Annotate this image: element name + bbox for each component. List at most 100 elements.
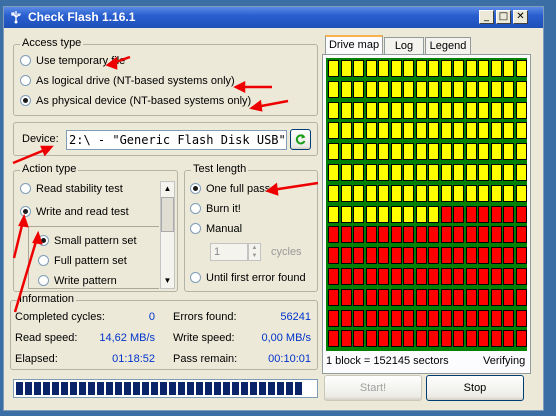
map-block [453, 164, 464, 181]
radio-label: Burn it! [206, 203, 241, 215]
map-block [328, 247, 339, 265]
radio-label: Write pattern [54, 275, 117, 287]
map-block [403, 288, 414, 306]
map-block [378, 309, 389, 327]
map-block [328, 288, 339, 306]
radio-button[interactable] [190, 203, 201, 214]
map-block [365, 122, 377, 140]
map-block [465, 143, 477, 161]
map-block [440, 122, 452, 140]
map-block [503, 226, 514, 244]
map-block [378, 226, 389, 244]
device-group: Device: 2:\ - "Generic Flash Disk USB" [13, 122, 318, 156]
map-block [503, 184, 514, 202]
minimize-button[interactable]: _ [479, 10, 494, 24]
map-block [453, 60, 464, 77]
map-block [403, 60, 414, 77]
map-block [365, 226, 377, 244]
tab-drive-map[interactable]: Drive map [325, 35, 383, 55]
read-speed-label: Read speed: [15, 332, 78, 344]
errors-found-value: 56241 [280, 311, 311, 323]
radio-button[interactable] [20, 206, 31, 217]
map-block [415, 205, 427, 223]
map-block [353, 143, 364, 161]
radio-button[interactable] [38, 235, 49, 246]
map-block [365, 101, 377, 119]
radio-button[interactable] [190, 272, 201, 283]
progress-segment [277, 382, 284, 395]
map-block [390, 164, 402, 181]
cycles-input[interactable]: 1 [210, 243, 248, 261]
map-block [340, 143, 352, 161]
tab-legend[interactable]: Legend [425, 37, 471, 55]
map-block [428, 122, 439, 140]
radio-button[interactable] [38, 275, 49, 286]
map-block [340, 80, 352, 98]
map-block [328, 330, 339, 348]
tab-log[interactable]: Log [384, 37, 424, 55]
write-speed-value: 0,00 MB/s [261, 332, 311, 344]
map-block [515, 309, 527, 327]
progress-segment [205, 382, 212, 395]
radio-button[interactable] [38, 255, 49, 266]
map-block [503, 205, 514, 223]
map-block [478, 60, 489, 77]
map-block [328, 205, 339, 223]
progress-segment [232, 382, 239, 395]
map-block [478, 288, 489, 306]
window-title: Check Flash 1.16.1 [28, 10, 136, 24]
map-block [353, 164, 364, 181]
progress-segment [151, 382, 158, 395]
refresh-icon [295, 134, 306, 145]
radio-button[interactable] [20, 95, 31, 106]
scroll-up-icon[interactable]: ▲ [161, 182, 174, 196]
map-block [328, 60, 339, 77]
map-block [453, 184, 464, 202]
map-block [390, 226, 402, 244]
map-block [515, 101, 527, 119]
cycles-spinner[interactable]: ▲ ▼ [248, 243, 261, 261]
action-type-group: Action type Read stability test Write an… [13, 163, 178, 292]
scroll-down-icon[interactable]: ▼ [161, 274, 174, 288]
radio-button[interactable] [20, 75, 31, 86]
radio-button[interactable] [20, 183, 31, 194]
map-block [490, 60, 502, 77]
scroll-thumb[interactable] [161, 197, 174, 232]
map-block [503, 247, 514, 265]
map-block [403, 80, 414, 98]
stop-button[interactable]: Stop [426, 375, 524, 401]
map-block [478, 247, 489, 265]
device-select[interactable]: 2:\ - "Generic Flash Disk USB" [66, 130, 287, 150]
map-block [440, 184, 452, 202]
errors-found-label: Errors found: [173, 311, 237, 323]
map-block [428, 309, 439, 327]
map-block [415, 309, 427, 327]
radio-button[interactable] [190, 223, 201, 234]
close-button[interactable]: ✕ [513, 10, 528, 24]
map-block [440, 205, 452, 223]
start-button[interactable]: Start! [324, 375, 422, 401]
map-block [365, 143, 377, 161]
map-block [340, 60, 352, 77]
map-block [390, 184, 402, 202]
radio-button[interactable] [190, 183, 201, 194]
map-block [453, 226, 464, 244]
map-block [390, 205, 402, 223]
map-block [365, 184, 377, 202]
maximize-button[interactable]: □ [496, 10, 511, 24]
completed-cycles-value: 0 [148, 311, 155, 323]
map-block [378, 330, 389, 348]
map-block [515, 330, 527, 348]
radio-button[interactable] [20, 55, 31, 66]
map-block [353, 205, 364, 223]
map-block [503, 143, 514, 161]
map-block [440, 226, 452, 244]
map-block [403, 205, 414, 223]
action-scrollbar[interactable]: ▲ ▼ [160, 181, 175, 289]
map-block [515, 226, 527, 244]
refresh-button[interactable] [290, 129, 311, 150]
map-block [503, 164, 514, 181]
title-bar[interactable]: Check Flash 1.16.1 _ □ ✕ [4, 7, 543, 28]
check-flash-window: Check Flash 1.16.1 _ □ ✕ Access type Use… [3, 6, 544, 411]
map-block [403, 309, 414, 327]
